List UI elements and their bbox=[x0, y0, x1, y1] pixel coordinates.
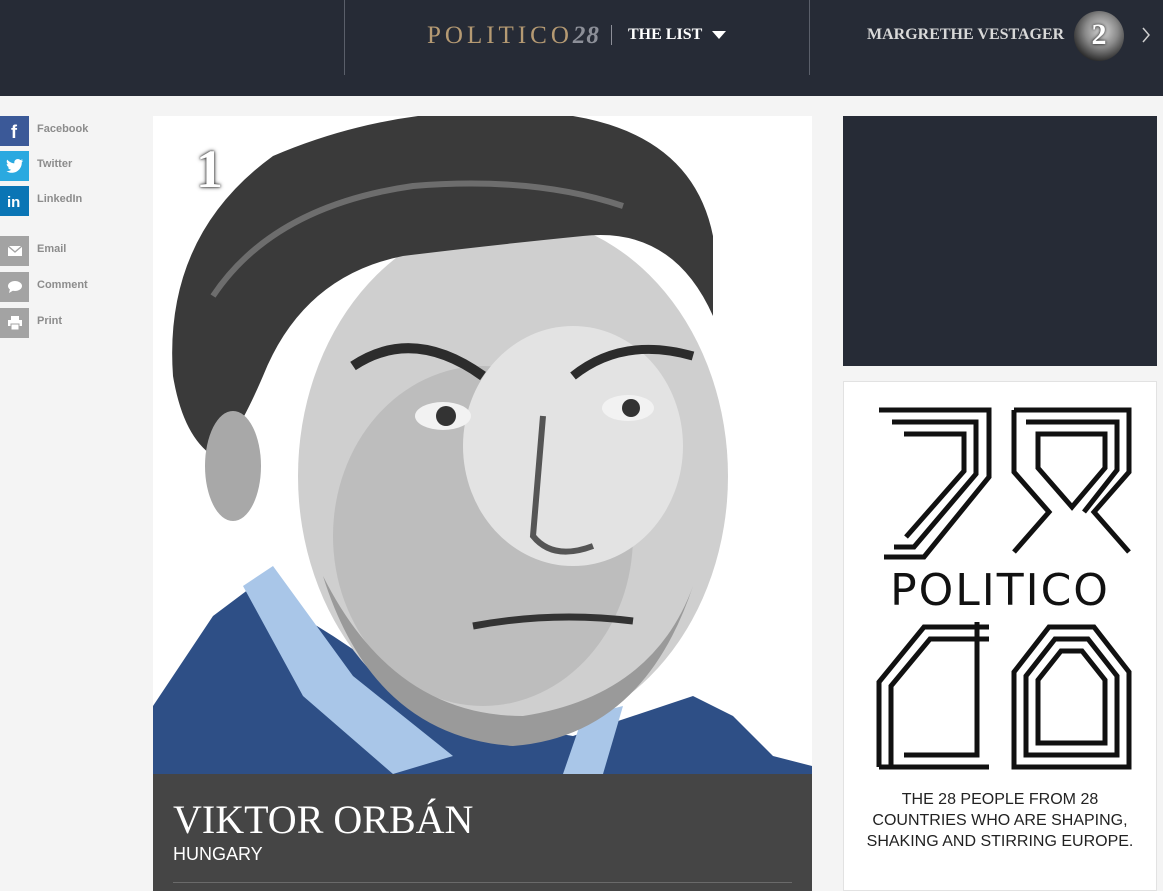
top-nav-bar: POLITICO28 THE LIST MARGRETHE VESTAGER 2 bbox=[0, 0, 1163, 96]
share-label: Twitter bbox=[37, 158, 73, 170]
share-label: Comment bbox=[37, 279, 88, 291]
logo-number: 28 bbox=[572, 22, 600, 49]
nav-divider bbox=[344, 0, 345, 75]
comment-icon bbox=[0, 272, 29, 302]
the-list-dropdown[interactable]: THE LIST bbox=[628, 26, 726, 44]
share-comment[interactable]: Comment bbox=[0, 272, 120, 302]
nav-divider bbox=[809, 0, 810, 75]
feature-rank-number: 1 bbox=[196, 139, 223, 199]
share-label: LinkedIn bbox=[37, 193, 83, 205]
caret-down-icon bbox=[711, 26, 726, 44]
promo-tagline: THE 28 PEOPLE FROM 28 COUNTRIES WHO ARE … bbox=[866, 791, 1134, 850]
print-icon bbox=[0, 308, 29, 338]
share-facebook[interactable]: f Facebook bbox=[0, 116, 120, 146]
feature-caption: VIKTOR ORBÁN HUNGARY bbox=[153, 774, 812, 891]
feature-country: HUNGARY bbox=[173, 844, 263, 864]
linkedin-icon: in bbox=[0, 186, 29, 216]
email-icon bbox=[0, 236, 29, 266]
feature-person-name: VIKTOR ORBÁN bbox=[173, 797, 474, 842]
share-label: Email bbox=[37, 243, 67, 255]
facebook-icon: f bbox=[0, 116, 29, 146]
politico28-promo-logo: POLITICO bbox=[876, 407, 1132, 770]
share-print[interactable]: Print bbox=[0, 308, 120, 338]
share-email[interactable]: Email bbox=[0, 236, 120, 266]
svg-text:in: in bbox=[7, 194, 20, 209]
ad-slot[interactable] bbox=[843, 116, 1157, 366]
chevron-right-icon[interactable] bbox=[1141, 26, 1151, 49]
next-person-rank: 2 bbox=[1091, 18, 1107, 51]
logo-text: POLITICO bbox=[427, 22, 573, 49]
caption-divider bbox=[173, 882, 792, 883]
twitter-icon bbox=[0, 151, 29, 181]
logo-separator bbox=[611, 25, 612, 45]
promo-logo-word: POLITICO bbox=[890, 565, 1110, 616]
share-label: Print bbox=[37, 315, 63, 327]
feature-portrait-illustration bbox=[153, 116, 812, 774]
share-twitter[interactable]: Twitter bbox=[0, 151, 120, 181]
svg-text:f: f bbox=[11, 122, 18, 140]
next-person-name[interactable]: MARGRETHE VESTAGER bbox=[867, 26, 1064, 44]
politico28-logo[interactable]: POLITICO28 bbox=[427, 22, 600, 49]
share-label: Facebook bbox=[37, 123, 89, 135]
politico28-promo[interactable]: POLITICO THE 28 PEOPLE FROM 28 COUNTRIES… bbox=[843, 381, 1157, 891]
share-linkedin[interactable]: in LinkedIn bbox=[0, 186, 120, 216]
the-list-label: THE LIST bbox=[628, 26, 702, 43]
next-person-avatar[interactable]: 2 bbox=[1074, 11, 1124, 61]
